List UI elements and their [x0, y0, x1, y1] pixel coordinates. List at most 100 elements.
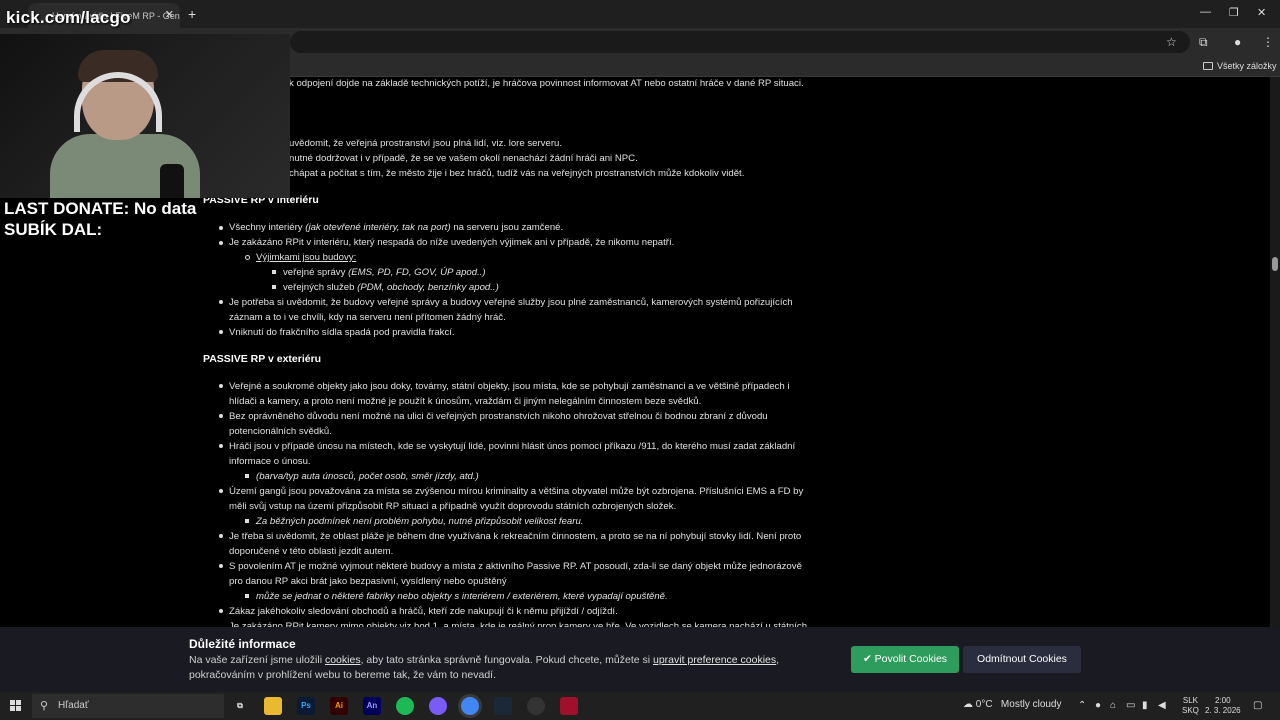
exterior-item: Je zakázáno RPit kamery mimo objekty viz…	[229, 621, 808, 627]
bullet-icon	[219, 241, 223, 245]
search-icon: ⚲	[40, 700, 49, 712]
new-tab-icon[interactable]: +	[188, 6, 196, 22]
all-bookmarks-button[interactable]: Všetky záložky	[1203, 61, 1277, 71]
interior-item-tail: na serveru jsou zamčené.	[450, 222, 564, 233]
public-line: nutné dodržovat i v případě, že se ve va…	[289, 153, 638, 164]
exterior-sub: může se jednat o některé fabriky nebo ob…	[256, 589, 668, 604]
check-icon: ✔	[862, 653, 875, 665]
tray-volume-icon[interactable]: ◀	[1158, 700, 1166, 711]
taskbar-clock[interactable]: 2:00 2. 3. 2026	[1205, 696, 1241, 716]
cookie-text-part: Na vaše zařízení jsme uložili	[189, 654, 325, 666]
circle-bullet-icon	[245, 255, 250, 260]
exterior-item: Bez oprávněného důvodu není možné na uli…	[229, 411, 768, 422]
square-bullet-icon	[272, 270, 276, 274]
chrome-icon[interactable]	[461, 697, 479, 715]
obs-icon[interactable]	[527, 697, 545, 715]
deny-cookies-button[interactable]: Odmítnout Cookies	[963, 646, 1081, 673]
taskbar-search[interactable]: ⚲ Hľadať	[32, 694, 224, 718]
minimize-icon[interactable]: —	[1200, 6, 1211, 18]
cloud-icon: ☁	[963, 699, 976, 710]
app-icon[interactable]	[560, 697, 578, 715]
search-placeholder: Hľadať	[58, 700, 89, 711]
browser-tab-bar: Herní pravidla | FiveM RP - Gen ✕ + — ❐ …	[0, 0, 1280, 28]
streamer-figure	[50, 50, 200, 198]
photoshop-icon[interactable]: Ps	[297, 697, 315, 715]
cookies-link[interactable]: cookies	[325, 654, 361, 666]
interior-item: Je zakázáno RPit v interiéru, který nesp…	[229, 237, 675, 248]
bullet-icon	[219, 414, 223, 418]
exception-italic: (EMS, PD, FD, GOV, ÚP apod..)	[348, 267, 486, 278]
scrollbar-thumb[interactable]	[1272, 257, 1278, 271]
start-tile	[10, 700, 15, 705]
lang-primary: SLK	[1182, 696, 1199, 705]
start-tile	[16, 700, 21, 705]
restore-icon[interactable]: ❐	[1229, 6, 1239, 19]
public-line: uvědomit, že veřejná prostranství jsou p…	[289, 138, 563, 149]
language-indicator[interactable]: SLK SKQ	[1182, 696, 1199, 716]
allow-cookies-label: Povolit Cookies	[874, 653, 948, 665]
exterior-item: Je třeba si uvědomit, že oblast pláže je…	[229, 531, 802, 542]
exterior-item-cont: potencionálních svědků.	[229, 426, 332, 437]
exception-item: veřejných služeb (PDM, obchody, benzínky…	[283, 280, 499, 295]
exterior-item: Veřejné a soukromé objekty jako jsou dok…	[229, 381, 790, 392]
steam-icon[interactable]	[494, 697, 512, 715]
page-scrollbar[interactable]	[1270, 77, 1280, 627]
exceptions-label: Výjimkami jsou budovy:	[256, 252, 357, 263]
square-bullet-icon	[245, 594, 249, 598]
tray-network-icon[interactable]: ⌂	[1110, 700, 1116, 711]
profile-avatar-icon[interactable]: ●	[1234, 35, 1241, 49]
exception-item: veřejné správy (EMS, PD, FD, GOV, ÚP apo…	[283, 265, 486, 280]
notification-icon[interactable]: ▢	[1253, 700, 1262, 711]
tab-close-icon[interactable]: ✕	[165, 8, 174, 21]
weather-text: Mostly cloudy	[1000, 699, 1062, 710]
bullet-icon	[219, 444, 223, 448]
tray-mic-icon[interactable]: ▮	[1142, 700, 1148, 711]
exterior-item: Zákaz jakéhokoliv sledování obchodů a hr…	[229, 606, 618, 617]
exterior-item: Hráči jsou v případě únosu na místech, k…	[229, 441, 796, 452]
spotify-icon[interactable]	[396, 697, 414, 715]
clock-time: 2:00	[1215, 696, 1231, 705]
windows-start-icon[interactable]	[10, 700, 22, 712]
square-bullet-icon	[272, 285, 276, 289]
cookie-banner: Důležité informace Na vaše zařízení jsme…	[0, 627, 1280, 692]
url-input[interactable]	[290, 31, 1190, 53]
file-explorer-icon[interactable]	[264, 697, 282, 715]
clock-date: 2. 3. 2026	[1205, 706, 1241, 715]
allow-cookies-button[interactable]: ✔ Povolit Cookies	[851, 646, 959, 673]
donate-overlay: LAST DONATE: No data SUBÍK DAL:	[4, 198, 196, 240]
task-view-icon[interactable]: ⧉	[231, 697, 249, 715]
exception-text: veřejné správy	[283, 267, 349, 278]
exterior-item: S povolením AT je možné vyjmout některé …	[229, 561, 802, 572]
lang-secondary: SKQ	[1182, 706, 1199, 715]
exterior-sub: (barva/typ auta únosců, počet osob, směr…	[256, 469, 479, 484]
bullet-icon	[219, 384, 223, 388]
star-icon[interactable]: ☆	[1166, 35, 1177, 49]
menu-icon[interactable]: ⋮	[1262, 35, 1274, 49]
exterior-item-cont: informace o únosu.	[229, 456, 311, 467]
tray-app-icon[interactable]: ●	[1095, 700, 1101, 711]
channel-label: kick.com/lacgo	[6, 8, 131, 27]
exterior-heading: PASSIVE RP v exteriéru	[203, 353, 322, 365]
public-line: chápat a počítat s tím, že město žije i …	[289, 168, 745, 179]
interior-item-cont: záznam a to i ve chvíli, kdy na serveru …	[229, 312, 506, 323]
tray-display-icon[interactable]: ▭	[1126, 700, 1135, 711]
tray-chevron-icon[interactable]: ⌃	[1078, 700, 1086, 711]
webcam-overlay	[0, 34, 290, 198]
cookie-text: Na vaše zařízení jsme uložili cookies, a…	[189, 653, 829, 683]
square-bullet-icon	[245, 519, 249, 523]
bullet-icon	[219, 609, 223, 613]
weather-widget[interactable]: ☁ 0°C Mostly cloudy	[963, 699, 1062, 710]
animate-icon[interactable]: An	[363, 697, 381, 715]
window-close-icon[interactable]: ✕	[1257, 6, 1266, 19]
extensions-icon[interactable]: ⧉	[1199, 35, 1208, 50]
discord-icon[interactable]	[429, 697, 447, 715]
all-bookmarks-label: Všetky záložky	[1217, 61, 1277, 71]
interior-item: Je potřeba si uvědomit, že budovy veřejn…	[229, 297, 793, 308]
cookie-preferences-link[interactable]: upravit preference cookies	[653, 654, 776, 666]
article-top-line: k odpojení dojde na základě technických …	[289, 78, 804, 89]
cookie-text-part: pokračováním v prohlížení webu to bereme…	[189, 669, 496, 681]
interior-item-italic: (jak otevřené interiéry, tak na port)	[305, 222, 451, 233]
illustrator-icon[interactable]: Ai	[330, 697, 348, 715]
bullet-icon	[219, 534, 223, 538]
interior-item: Všechny interiéry (jak otevřené interiér…	[229, 220, 563, 235]
